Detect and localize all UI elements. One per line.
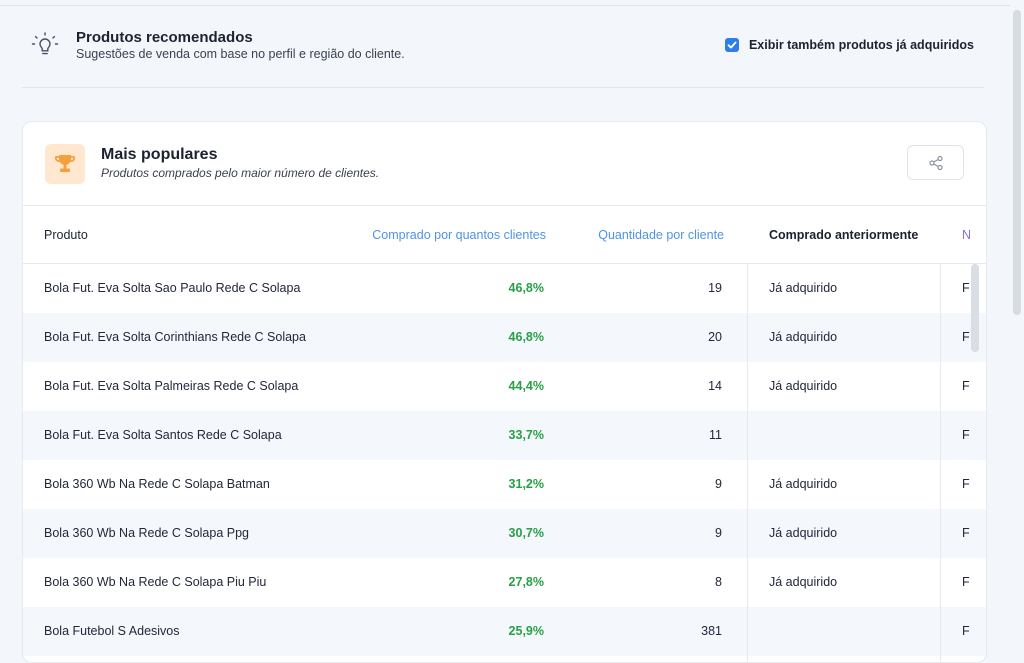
page-scrollbar-thumb[interactable]	[1013, 10, 1021, 315]
table-row[interactable]: Bola Fut. Eva Solta Corinthians Rede C S…	[23, 313, 986, 362]
cell-previously-bought: Já adquirido	[769, 281, 838, 295]
cell-product: Bola Futebol S Adesivos	[44, 624, 180, 638]
table-row[interactable]: Bola 360 Wb Na Rede C Solapa Ppg 30,7% 9 Já…	[23, 509, 986, 558]
cell-previously-bought: Já adquirido	[769, 526, 838, 540]
cell-product: Bola Fut. Eva Solta Sao Paulo Rede C Sol…	[44, 281, 301, 295]
cell-product: Bola Fut. Eva Solta Corinthians Rede C S…	[44, 330, 306, 344]
share-button[interactable]	[907, 145, 964, 180]
cell-product: Bola 360 Wb Na Rede C Solapa Ppg	[44, 526, 249, 540]
cell-quantity: 9	[715, 477, 722, 491]
recommendations-header: Produtos recomendados Sugestões de venda…	[30, 27, 980, 67]
cell-previously-bought: Já adquirido	[769, 379, 838, 393]
table-row[interactable]: Bola 360 Wb Na Rede C Solapa Piu Piu 27,8…	[23, 558, 986, 607]
cell-product: Bola 360 Wb Na Rede C Solapa Piu Piu	[44, 575, 267, 589]
col-header-quantity[interactable]: Quantidade por cliente	[598, 228, 724, 242]
table-body: Bola Fut. Eva Solta Sao Paulo Rede C Sol…	[23, 264, 986, 656]
popular-products-card: Mais populares Produtos comprados pelo m…	[22, 121, 987, 663]
show-acquired-label: Exibir também produtos já adquiridos	[748, 38, 974, 52]
cell-product: Bola 360 Wb Na Rede C Solapa Batman	[44, 477, 270, 491]
cell-quantity: 11	[709, 428, 722, 442]
table-scrollbar-thumb[interactable]	[971, 264, 979, 352]
col-header-previously-bought[interactable]: Comprado anteriormente	[769, 228, 918, 242]
cell-purchase-rate: 25,9%	[508, 624, 544, 638]
top-divider	[0, 5, 1010, 6]
cell-purchase-rate: 30,7%	[508, 526, 544, 540]
column-divider	[747, 264, 748, 662]
cell-quantity: 381	[701, 624, 722, 638]
cell-purchase-rate: 44,4%	[508, 379, 544, 393]
table-row[interactable]: Bola Fut. Eva Solta Sao Paulo Rede C Sol…	[23, 264, 986, 313]
table-header: Produto Comprado por quantos clientes Qu…	[23, 206, 986, 264]
lightbulb-icon	[30, 31, 60, 61]
section-divider	[22, 87, 984, 88]
col-header-purchase-rate[interactable]: Comprado por quantos clientes	[372, 228, 546, 242]
cell-product: Bola Fut. Eva Solta Palmeiras Rede C Sol…	[44, 379, 299, 393]
cell-quantity: 19	[708, 281, 722, 295]
trophy-icon	[45, 144, 85, 184]
cell-purchase-rate: 33,7%	[508, 428, 544, 442]
cell-quantity: 8	[715, 575, 722, 589]
card-title: Mais populares	[101, 146, 218, 163]
show-acquired-toggle[interactable]: Exibir também produtos já adquiridos	[724, 38, 974, 52]
cell-product: Bola Fut. Eva Solta Santos Rede C Solapa	[44, 428, 282, 442]
card-subtitle: Produtos comprados pelo maior número de …	[101, 166, 380, 180]
column-divider	[940, 264, 941, 662]
table-row[interactable]: Bola Fut. Eva Solta Santos Rede C Solapa…	[23, 411, 986, 460]
cell-quantity: 9	[715, 526, 722, 540]
check-icon	[727, 41, 737, 49]
col-header-next[interactable]: N	[962, 228, 971, 242]
page-subtitle: Sugestões de venda com base no perfil e …	[76, 47, 405, 61]
cell-previously-bought: Já adquirido	[769, 575, 838, 589]
table-scrollbar[interactable]	[969, 264, 981, 662]
page-scrollbar[interactable]	[1010, 0, 1024, 638]
share-icon	[928, 155, 943, 170]
table-row[interactable]: Bola Futebol S Adesivos 25,9% 381 F	[23, 607, 986, 656]
cell-quantity: 14	[708, 379, 722, 393]
cell-purchase-rate: 27,8%	[508, 575, 544, 589]
page-title: Produtos recomendados	[76, 29, 253, 46]
show-acquired-checkbox[interactable]	[724, 38, 739, 52]
table-row[interactable]: Bola 360 Wb Na Rede C Solapa Batman 31,2%…	[23, 460, 986, 509]
cell-purchase-rate: 46,8%	[508, 281, 544, 295]
col-header-product[interactable]: Produto	[44, 228, 88, 242]
cell-purchase-rate: 46,8%	[508, 330, 544, 344]
cell-purchase-rate: 31,2%	[508, 477, 544, 491]
cell-quantity: 20	[708, 330, 722, 344]
cell-previously-bought: Já adquirido	[769, 330, 838, 344]
table-row[interactable]: Bola Fut. Eva Solta Palmeiras Rede C Sol…	[23, 362, 986, 411]
cell-previously-bought: Já adquirido	[769, 477, 838, 491]
